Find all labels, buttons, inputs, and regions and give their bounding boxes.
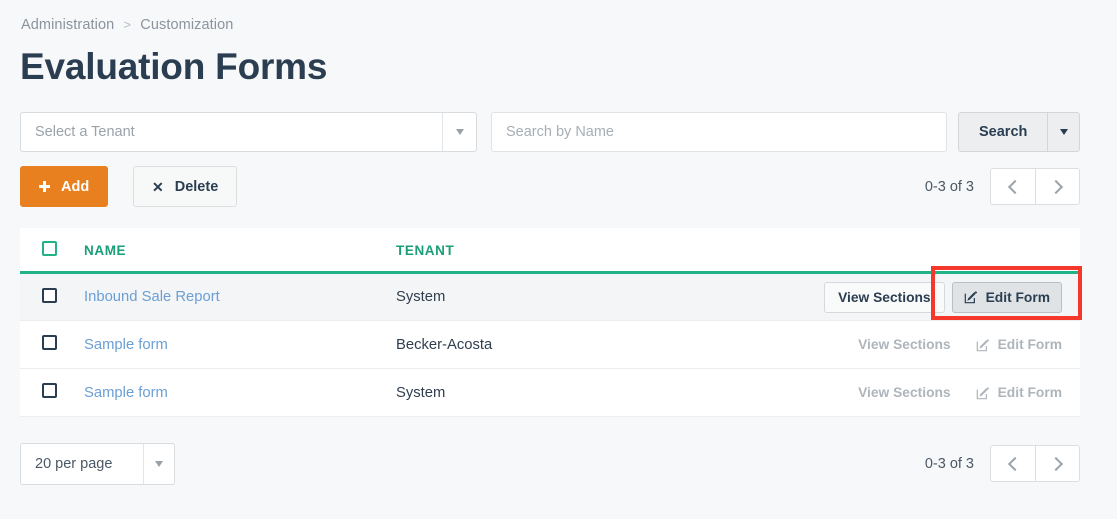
- next-page-button-top[interactable]: [1035, 168, 1080, 205]
- row-tenant-cell: System: [396, 368, 816, 417]
- view-sections-button[interactable]: View Sections: [824, 281, 945, 313]
- row-checkbox[interactable]: [42, 383, 57, 398]
- page-root: Administration > Customization Evaluatio…: [0, 0, 1117, 519]
- page-title: Evaluation Forms: [20, 46, 328, 87]
- pagination-bottom-buttons: [990, 445, 1080, 482]
- add-button-label: Add: [61, 178, 90, 195]
- breadcrumb-item-administration[interactable]: Administration: [21, 17, 114, 33]
- next-page-button-bottom[interactable]: [1035, 445, 1080, 482]
- pagination-top-range: 0-3 of 3: [924, 178, 974, 195]
- row-checkbox[interactable]: [42, 335, 57, 350]
- chevron-down-icon[interactable]: [143, 444, 174, 484]
- row-select-cell: [20, 272, 84, 321]
- per-page-select[interactable]: 20 per page: [20, 443, 175, 485]
- row-actions-cell: View Sections Edit Form: [816, 320, 1080, 369]
- table-header-row: NAME TENANT: [20, 228, 1080, 274]
- search-input-placeholder: Search by Name: [506, 124, 614, 140]
- search-button[interactable]: Search: [958, 112, 1048, 152]
- edit-pencil-icon: [976, 386, 990, 400]
- row-select-cell: [20, 368, 84, 417]
- row-checkbox[interactable]: [42, 287, 57, 303]
- row-select-cell: [20, 320, 84, 369]
- breadcrumb-separator-icon: >: [123, 17, 132, 32]
- pagination-bottom: 0-3 of 3: [925, 443, 1080, 484]
- chevron-left-icon: [1007, 179, 1022, 194]
- row-actions-cell: View Sections Edit Form: [816, 272, 1080, 321]
- column-header-name[interactable]: NAME: [84, 228, 396, 274]
- row-actions-cell: View Sections Edit Form: [816, 368, 1080, 417]
- edit-form-disabled-label: Edit Form: [997, 385, 1062, 400]
- edit-form-disabled-label: Edit Form: [997, 337, 1062, 352]
- previous-page-button-top[interactable]: [990, 168, 1035, 205]
- row-name-cell: Inbound Sale Report: [84, 272, 396, 321]
- close-icon: ✕: [152, 178, 164, 195]
- breadcrumb: Administration > Customization: [21, 17, 233, 33]
- delete-button-label: Delete: [174, 178, 219, 195]
- form-name-link[interactable]: Inbound Sale Report: [84, 289, 220, 305]
- add-button[interactable]: Add: [20, 166, 109, 207]
- table-row[interactable]: Sample form System View Sections Edit Fo…: [20, 368, 1080, 417]
- chevron-right-icon: [1048, 179, 1064, 194]
- chevron-right-icon: [1048, 456, 1064, 471]
- tenant-select[interactable]: Select a Tenant: [20, 112, 477, 152]
- form-name-link[interactable]: Sample form: [84, 385, 168, 401]
- edit-pencil-icon: [976, 338, 990, 352]
- search-button-group: Search: [958, 112, 1081, 152]
- action-bar: Add ✕ Delete 0-3 of 3: [20, 166, 1080, 207]
- per-page-value: 20 per page: [35, 456, 113, 472]
- view-sections-disabled: View Sections: [858, 385, 951, 400]
- breadcrumb-item-customization[interactable]: Customization: [140, 17, 233, 33]
- column-header-tenant[interactable]: TENANT: [396, 228, 816, 274]
- view-sections-disabled: View Sections: [858, 337, 951, 352]
- table-row[interactable]: Sample form Becker-Acosta View Sections: [20, 320, 1080, 369]
- chevron-down-icon[interactable]: [442, 113, 476, 151]
- edit-form-disabled: Edit Form: [976, 385, 1062, 400]
- chevron-left-icon: [1007, 456, 1022, 471]
- row-tenant-cell: Becker-Acosta: [396, 320, 816, 369]
- row-name-cell: Sample form: [84, 320, 396, 369]
- edit-pencil-icon: [964, 290, 978, 304]
- plus-icon: [39, 181, 50, 192]
- form-name-link[interactable]: Sample form: [84, 337, 168, 353]
- edit-form-button-label: Edit Form: [985, 289, 1050, 305]
- select-all-header: [20, 228, 84, 274]
- pagination-bottom-range: 0-3 of 3: [924, 455, 974, 472]
- pagination-top: 0-3 of 3: [925, 166, 1080, 207]
- tenant-select-value: Select a Tenant: [35, 124, 135, 140]
- previous-page-button-bottom[interactable]: [990, 445, 1035, 482]
- filter-bar: Select a Tenant Search by Name Search: [20, 112, 1081, 152]
- edit-form-disabled: Edit Form: [976, 337, 1062, 352]
- table-row[interactable]: Inbound Sale Report System View Sections: [20, 272, 1080, 321]
- row-tenant-cell: System: [396, 272, 816, 321]
- table-footer: 20 per page 0-3 of 3: [20, 443, 1080, 485]
- pagination-top-buttons: [990, 168, 1080, 205]
- select-all-checkbox[interactable]: [42, 241, 57, 256]
- delete-button[interactable]: ✕ Delete: [133, 166, 238, 207]
- evaluation-forms-table: NAME TENANT Inbound Sale Report System V…: [20, 228, 1080, 417]
- row-name-cell: Sample form: [84, 368, 396, 417]
- edit-form-button[interactable]: Edit Form: [951, 281, 1062, 313]
- search-input[interactable]: Search by Name: [491, 112, 947, 152]
- search-options-dropdown-icon[interactable]: [1047, 112, 1081, 152]
- column-header-actions: [816, 228, 1080, 274]
